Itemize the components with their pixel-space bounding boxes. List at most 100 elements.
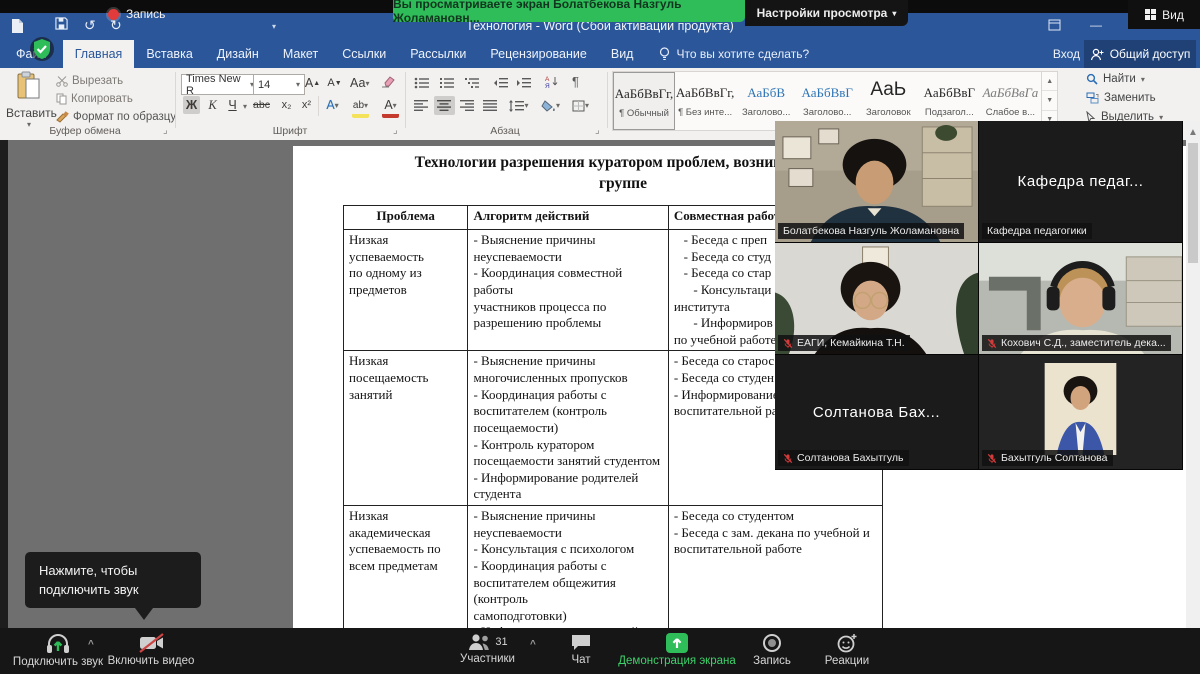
shading-button[interactable]: ▾ — [540, 96, 561, 115]
show-marks-button[interactable]: ¶ — [565, 72, 586, 91]
word-scrollbar[interactable]: ▲ — [1186, 121, 1200, 628]
search-icon — [1086, 73, 1098, 85]
paragraph-dialog-launcher[interactable]: ⌟ — [595, 125, 600, 136]
font-color-button[interactable]: А▾ — [382, 96, 399, 118]
up-caret-icon: ▲ — [313, 80, 320, 87]
ribbon-display-options-button[interactable] — [1048, 19, 1061, 34]
superscript-glyph: х² — [302, 99, 311, 111]
subscript-button[interactable]: х₂ — [278, 96, 295, 114]
numbering-button[interactable] — [436, 73, 457, 92]
sort-button[interactable]: АЯ — [541, 72, 562, 91]
bold-glyph: Ж — [186, 98, 197, 112]
font-size-combo[interactable]: 14▾ — [253, 74, 305, 95]
style-normal[interactable]: АаБбВвГг,¶ Обычный — [613, 72, 675, 130]
tab-design[interactable]: Дизайн — [205, 40, 271, 68]
copy-icon — [56, 93, 67, 105]
video-tile-camera-off[interactable]: Солтанова Бах... Солтанова Бахытгуль — [775, 355, 978, 469]
video-tile[interactable]: Кохович С.Д., заместитель дека... — [979, 243, 1182, 354]
group-separator — [405, 72, 406, 128]
group-separator — [607, 72, 608, 128]
bold-button[interactable]: Ж — [183, 96, 200, 114]
chat-button[interactable]: Чат — [558, 633, 604, 666]
bullets-button[interactable] — [411, 73, 432, 92]
table-cell: Низкая посещаемость занятий — [344, 351, 468, 506]
replace-button[interactable]: Заменить — [1086, 92, 1156, 104]
find-button[interactable]: Найти▾ — [1086, 73, 1145, 85]
reactions-button[interactable]: Реакции — [816, 633, 878, 667]
change-case-button[interactable]: Аа▾ — [350, 74, 369, 92]
tab-view[interactable]: Вид — [599, 40, 646, 68]
participants-options-chevron[interactable]: ^ — [530, 639, 536, 650]
share-screen-button[interactable]: Демонстрация экрана — [616, 633, 738, 667]
participant-name-label: Солтанова Бахытгуль — [778, 450, 909, 466]
grow-font-button[interactable]: А▲ — [304, 74, 321, 92]
text-effects-button[interactable]: А▾ — [324, 96, 341, 114]
line-spacing-button[interactable]: ▾ — [508, 96, 529, 115]
participants-button[interactable]: 31 Участники — [450, 633, 525, 665]
decrease-indent-button[interactable] — [490, 73, 511, 92]
increase-indent-button[interactable] — [513, 73, 534, 92]
tell-me-box[interactable]: Что вы хотите сделать? — [645, 40, 809, 68]
grow-font-glyph: А — [305, 76, 313, 90]
font-name-combo[interactable]: Times New R▾ — [181, 74, 259, 95]
chevron-down-icon: ▾ — [243, 102, 247, 111]
video-tile[interactable]: ЕАГИ, Кемайкина Т.Н. — [775, 243, 978, 354]
underline-button[interactable]: Ч — [224, 96, 241, 114]
video-tile-speaker[interactable]: Болатбекова Назгуль Жоламановна — [775, 121, 978, 242]
tab-references[interactable]: Ссылки — [330, 40, 398, 68]
format-painter-button[interactable]: Формат по образцу — [56, 111, 176, 123]
styles-scroll-up[interactable]: ▲ — [1042, 72, 1057, 91]
multilevel-list-button[interactable] — [461, 73, 482, 92]
italic-button[interactable]: К — [204, 96, 221, 114]
tab-mailings[interactable]: Рассылки — [398, 40, 478, 68]
share-screen-label: Демонстрация экрана — [618, 655, 736, 667]
style-no-spacing[interactable]: АаБбВвГг,¶ Без инте... — [675, 72, 736, 130]
video-tile-avatar[interactable]: Бахытгуль Солтанова — [979, 355, 1182, 469]
video-tile-camera-off[interactable]: Кафедра педаг... Кафедра педагогики — [979, 121, 1182, 242]
start-video-button[interactable]: Включить видео — [106, 633, 196, 667]
align-left-button[interactable] — [411, 96, 432, 115]
borders-button[interactable]: ▾ — [570, 96, 591, 115]
start-video-label: Включить видео — [108, 655, 195, 667]
scroll-up-icon[interactable]: ▲ — [1186, 121, 1200, 138]
qat-customize-button[interactable]: ▾ — [272, 22, 276, 31]
cut-button[interactable]: Вырезать — [56, 75, 123, 87]
record-button[interactable]: Запись — [744, 633, 800, 667]
copy-button[interactable]: Копировать — [56, 93, 133, 105]
chevron-down-icon: ▾ — [365, 79, 369, 88]
participant-name-text: Кохович С.Д., заместитель дека... — [1001, 337, 1166, 349]
shrink-font-button[interactable]: А▼ — [326, 74, 343, 92]
svg-text:Я: Я — [545, 83, 550, 88]
minimize-button[interactable]: — — [1090, 18, 1102, 32]
tab-review[interactable]: Рецензирование — [478, 40, 599, 68]
view-settings-button[interactable]: Настройки просмотра ▾ — [745, 0, 908, 26]
view-button[interactable]: Вид — [1128, 0, 1200, 29]
underline-dropdown[interactable]: ▾ — [243, 102, 247, 111]
clear-formatting-button[interactable] — [381, 75, 395, 93]
scrollbar-thumb[interactable] — [1188, 143, 1198, 263]
justify-button[interactable] — [480, 96, 501, 115]
highlight-button[interactable]: ab▾ — [352, 96, 369, 118]
tab-layout[interactable]: Макет — [271, 40, 330, 68]
superscript-button[interactable]: х² — [298, 96, 315, 114]
align-center-button[interactable] — [434, 96, 455, 115]
paste-button[interactable]: Вставить ▾ — [6, 71, 52, 129]
sign-in-button[interactable]: Вход — [1053, 40, 1080, 68]
strikethrough-button[interactable]: abc — [253, 96, 270, 114]
view-settings-label: Настройки просмотра — [757, 6, 888, 20]
share-document-button[interactable]: Общий доступ — [1084, 40, 1196, 68]
cut-label: Вырезать — [72, 75, 123, 87]
tab-home[interactable]: Главная — [63, 40, 135, 68]
meeting-security-shield-icon[interactable] — [29, 36, 55, 62]
save-button[interactable] — [55, 17, 68, 33]
participant-name-text: Бахытгуль Солтанова — [1001, 452, 1108, 464]
muted-mic-icon — [783, 338, 793, 349]
audio-options-chevron[interactable]: ^ — [88, 639, 94, 650]
font-dialog-launcher[interactable]: ⌟ — [393, 125, 398, 136]
styles-scroll-down[interactable]: ▼ — [1042, 91, 1057, 110]
clipboard-dialog-launcher[interactable]: ⌟ — [163, 125, 168, 136]
participant-name-label: ЕАГИ, Кемайкина Т.Н. — [778, 335, 910, 351]
tab-insert[interactable]: Вставка — [134, 40, 204, 68]
undo-button[interactable]: ↺ — [84, 17, 96, 34]
align-right-button[interactable] — [457, 96, 478, 115]
